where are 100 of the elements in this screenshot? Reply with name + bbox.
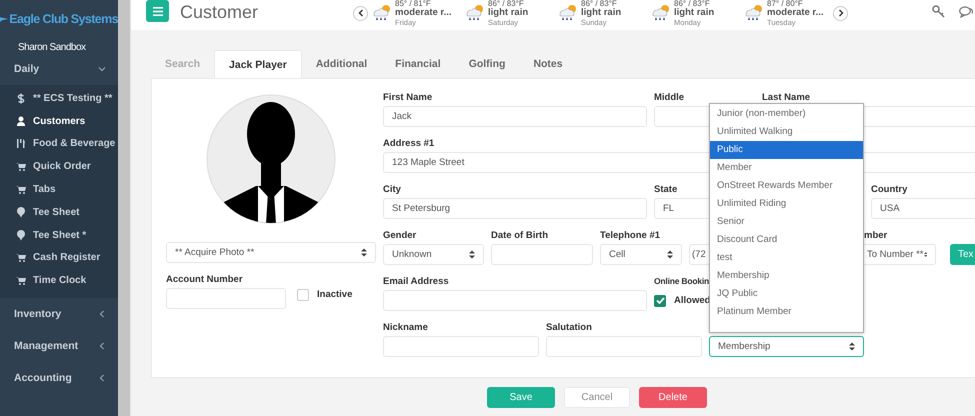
checkbox[interactable] (297, 288, 309, 300)
field-label: Telephone #1 (600, 230, 660, 243)
field-label: Last Name (762, 92, 810, 105)
cart-icon (16, 184, 26, 196)
rain-cloud-icon (372, 4, 392, 22)
dropdown-option[interactable]: OnStreet Rewards Member (710, 177, 863, 195)
weather-summary: light rain (674, 8, 714, 18)
weather-temperature: 86° / 83°F (581, 0, 618, 8)
chat-icon (959, 6, 974, 18)
checkmark-icon (656, 297, 664, 304)
pin-icon (16, 206, 26, 218)
dropdown-option[interactable]: Unlimited Riding (710, 195, 863, 213)
sidebar-item[interactable]: ** ECS Testing ** (0, 87, 118, 110)
cancel-button[interactable]: Cancel (564, 387, 630, 408)
input-field[interactable] (166, 288, 286, 309)
tab[interactable]: Additional (302, 50, 382, 78)
field-label: Email Address (383, 276, 449, 289)
checkbox-label: Inactive (317, 289, 352, 300)
sidebar-section[interactable]: Management (0, 330, 118, 362)
dropdown-option[interactable]: Unlimited Walking (710, 123, 863, 141)
tab[interactable]: Golfing (454, 50, 520, 78)
field-label: Gender (383, 230, 416, 243)
field-label: State (654, 184, 678, 197)
select-field[interactable]: Cell (600, 244, 682, 265)
field-label: Salutation (546, 322, 592, 335)
field-label: Middle (654, 92, 684, 105)
sidebar-item[interactable]: Cash Register (0, 246, 118, 270)
menu-icon (152, 6, 162, 16)
pin-icon (16, 230, 26, 241)
weather-temperature: 85° / 81°F (395, 0, 432, 8)
section-label: Inventory (14, 308, 62, 320)
section-label: Daily (14, 63, 40, 75)
sidebar-item[interactable]: Tee Sheet * (0, 224, 118, 247)
chevron-left-icon (358, 9, 364, 17)
select-arrows-icon (924, 250, 927, 259)
next-button[interactable] (833, 6, 848, 20)
input-field[interactable]: St Petersburg (383, 198, 647, 219)
select-arrows-icon (667, 250, 673, 259)
sidebar-section[interactable]: Inventory (0, 298, 118, 330)
user-name: Sharon Sandbox (18, 42, 87, 53)
sidebar-section[interactable]: Accounting (0, 362, 118, 394)
sidebar-section[interactable]: Daily (0, 53, 118, 85)
tab[interactable]: Financial (381, 50, 455, 78)
page-title: Customer (180, 2, 258, 23)
dropdown-option[interactable]: Membership (710, 267, 863, 285)
weather-summary: light rain (581, 8, 622, 18)
section-label: Management (14, 340, 78, 352)
rain-cloud-icon (558, 4, 578, 22)
weather-summary: moderate r... (767, 8, 824, 18)
field-label: Address #1 (383, 138, 434, 151)
sidebar-item[interactable]: Time Clock (0, 269, 118, 292)
dropdown-option[interactable]: Junior (non-member) (710, 105, 863, 123)
sidebar-item[interactable]: Food & Beverage (0, 132, 118, 156)
input-field[interactable] (491, 244, 593, 265)
field-label: Online Bookin (654, 276, 710, 288)
sidebar-item[interactable]: Customers (0, 110, 118, 133)
dropdown-option[interactable]: JQ Public (710, 285, 863, 303)
cart-icon (16, 161, 26, 172)
sidebar-item[interactable]: Quick Order (0, 155, 118, 178)
weather-temperature: 86° / 83°F (488, 0, 525, 8)
user-icon (16, 116, 26, 127)
weather-summary: light rain (488, 8, 528, 18)
select-arrows-icon (849, 342, 855, 351)
previous-button[interactable] (353, 6, 368, 20)
key-icon (932, 5, 946, 18)
tab[interactable]: Notes (519, 50, 577, 78)
input-field[interactable] (383, 336, 539, 357)
weather-temperature: 86° / 83°F (674, 0, 711, 8)
dollar-icon (16, 92, 26, 104)
sidebar-item[interactable]: Tee Sheet (0, 200, 118, 224)
brand-name: Eagle Club Systems (9, 12, 118, 26)
tab[interactable]: Jack Player (214, 50, 302, 78)
rain-cloud-icon (651, 4, 672, 22)
splitter-bar[interactable] (118, 0, 131, 416)
cart-icon (16, 275, 26, 286)
weather-summary: moderate r... (395, 8, 452, 18)
input-field[interactable] (383, 290, 647, 311)
dropdown-option[interactable]: Senior (710, 213, 863, 231)
cutlery-icon (16, 138, 26, 150)
dropdown-option[interactable]: Public (710, 141, 863, 159)
delete-button[interactable]: Delete (639, 387, 707, 408)
dropdown-option[interactable]: Platinum Member (710, 303, 863, 321)
menu-button[interactable] (146, 0, 169, 22)
select-arrows-icon (469, 250, 475, 259)
input-field[interactable]: USA (871, 198, 975, 219)
rain-cloud-icon (744, 4, 764, 22)
select-field[interactable]: Membership (709, 336, 864, 357)
field-label: mber (864, 230, 888, 243)
select-field[interactable]: ** Acquire Photo ** (166, 242, 376, 263)
sidebar-item[interactable]: Tabs (0, 178, 118, 201)
field-label: Date of Birth (491, 230, 548, 243)
weather-temperature: 87° / 80°F (767, 0, 804, 8)
input-field[interactable]: Jack (383, 106, 647, 127)
input-field[interactable] (546, 336, 702, 357)
checkbox[interactable] (654, 294, 666, 306)
select-field[interactable]: Unknown (383, 244, 484, 265)
field-label: Country (871, 184, 908, 197)
select-arrows-icon (361, 248, 367, 257)
field-label: First Name (383, 92, 432, 105)
field-label: Account Number (166, 274, 243, 287)
